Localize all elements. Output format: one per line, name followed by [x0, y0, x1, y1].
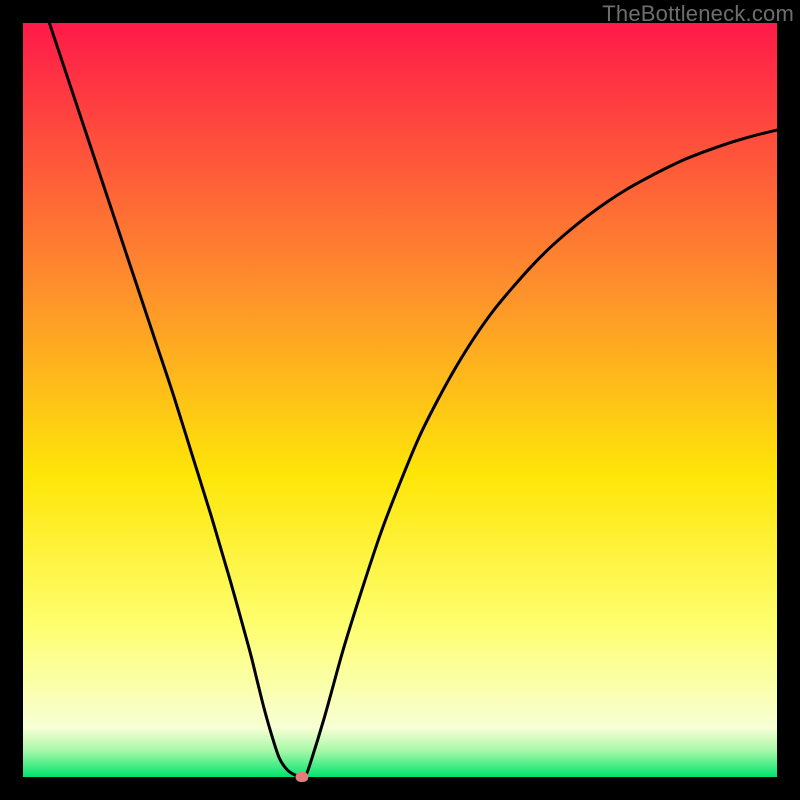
- watermark-text: TheBottleneck.com: [602, 1, 794, 27]
- bottleneck-chart: [23, 23, 777, 777]
- optimal-point-marker: [295, 772, 308, 782]
- chart-frame: [23, 23, 777, 777]
- gradient-background: [23, 23, 777, 777]
